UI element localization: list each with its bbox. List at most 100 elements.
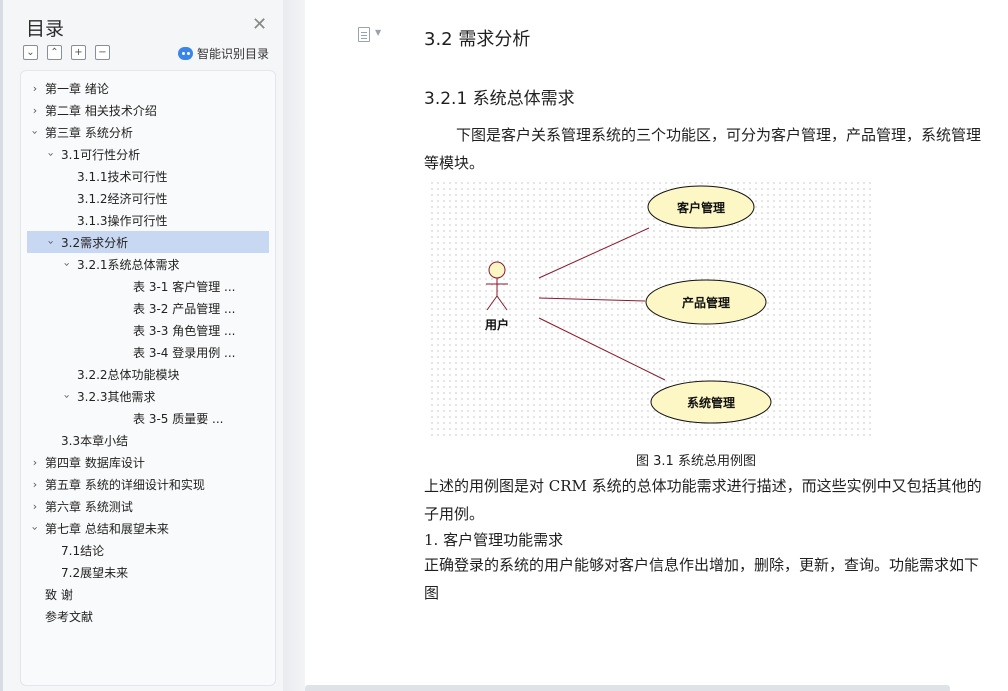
sidebar-divider[interactable] — [283, 0, 305, 691]
toc-item-label: 致 谢 — [45, 587, 73, 602]
toc-item[interactable]: 表 3-1 客户管理 ... — [109, 275, 236, 297]
toc-item[interactable]: 表 3-5 质量要 ... — [109, 407, 224, 429]
toc-item-label: 3.2.1系统总体需求 — [77, 257, 180, 272]
actor-head — [488, 261, 506, 279]
toc-item[interactable]: 参考文献 — [29, 605, 93, 627]
chevron-right-icon[interactable]: › — [29, 104, 41, 117]
toc-item-label: 表 3-3 角色管理 ... — [133, 323, 236, 338]
toc-item-label: 第六章 系统测试 — [45, 499, 133, 514]
toc-item[interactable]: 3.1.2经济可行性 — [61, 187, 168, 209]
toc-title: 目录 — [26, 18, 65, 40]
chevron-down-icon[interactable]: › — [29, 126, 42, 138]
toc-item-label: 第五章 系统的详细设计和实现 — [45, 477, 205, 492]
wps-writer-window: 目录 ✕ ⌄ ⌃ + − 智能识别目录 › 第一章 绪论 › 第二章 相关技术介绍 › 第… — [0, 0, 1008, 691]
toc-item-label: 第七章 总结和展望未来 — [45, 521, 169, 536]
toc-item-label: 3.1.3操作可行性 — [77, 213, 168, 228]
chevron-down-icon[interactable]: › — [45, 148, 58, 160]
smart-bot-icon — [178, 47, 193, 60]
toc-item-label: 3.2.3其他需求 — [77, 389, 156, 404]
chevron-right-icon[interactable]: › — [29, 456, 41, 469]
use-case-product[interactable]: 产品管理 — [645, 279, 767, 325]
use-case-system[interactable]: 系统管理 — [650, 380, 772, 424]
toc-item[interactable]: › 3.2.3其他需求 — [61, 385, 156, 407]
horizontal-scrollbar[interactable] — [305, 685, 950, 691]
toc-item[interactable]: › 3.1可行性分析 — [45, 143, 141, 165]
toc-item[interactable]: 致 谢 — [29, 583, 73, 605]
toc-item-label: 3.1.1技术可行性 — [77, 169, 168, 184]
toc-item-label: 表 3-5 质量要 ... — [133, 411, 224, 426]
chevron-right-icon[interactable]: › — [29, 478, 41, 491]
toc-item[interactable]: › 第二章 相关技术介绍 — [29, 99, 157, 121]
toc-item-label: 第三章 系统分析 — [45, 125, 133, 140]
toc-item-label: 3.1.2经济可行性 — [77, 191, 168, 206]
toc-item-label: 第四章 数据库设计 — [45, 455, 145, 470]
chevron-down-icon[interactable]: ▼ — [375, 28, 381, 37]
toc-item-label: 3.3本章小结 — [61, 433, 129, 448]
toc-item-label: 表 3-1 客户管理 ... — [133, 279, 236, 294]
actor-label: 用户 — [484, 317, 509, 332]
toc-item[interactable]: 7.1结论 — [45, 539, 104, 561]
toc-item[interactable]: › 3.2需求分析 — [27, 231, 269, 253]
use-case-diagram[interactable]: 用户 客户管理 产品管理 系统管理 — [429, 180, 875, 440]
toc-item-label: 表 3-2 产品管理 ... — [133, 301, 236, 316]
toc-item[interactable]: 3.2.2总体功能模块 — [61, 363, 180, 385]
toc-tree: › 第一章 绪论 › 第二章 相关技术介绍 › 第三章 系统分析 › 3.1可行性分析 3.1.… — [20, 70, 276, 686]
toc-item[interactable]: 表 3-3 角色管理 ... — [109, 319, 236, 341]
toc-item[interactable]: 3.1.1技术可行性 — [61, 165, 168, 187]
toc-item[interactable]: 3.1.3操作可行性 — [61, 209, 168, 231]
list-item-1: 1. 客户管理功能需求 — [424, 531, 564, 549]
document-page[interactable]: ▼ 3.2 需求分析 3.2.1 系统总体需求 下图是客户关系管理系统的三个功能… — [305, 0, 1008, 691]
toc-item[interactable]: › 第一章 绪论 — [29, 77, 109, 99]
chevron-right-icon[interactable]: › — [29, 82, 41, 95]
chevron-down-icon[interactable]: › — [61, 258, 74, 270]
association-line — [538, 297, 646, 302]
association-line — [538, 227, 650, 279]
collapse-all-icon[interactable]: ⌄ — [23, 45, 38, 60]
chevron-down-icon[interactable]: › — [29, 522, 42, 534]
remove-icon[interactable]: − — [95, 45, 110, 60]
paragraph-intro: 下图是客户关系管理系统的三个功能区，可分为客户管理，产品管理，系统管理等模块。 — [424, 126, 982, 172]
chevron-right-icon[interactable]: › — [29, 500, 41, 513]
toc-item-label: 7.2展望未来 — [61, 565, 129, 580]
use-case-label: 系统管理 — [687, 395, 735, 410]
use-case-label: 客户管理 — [676, 200, 725, 215]
paragraph-after-figure: 上述的用例图是对 CRM 系统的总体功能需求进行描述，而这些实例中又包括其他的子… — [424, 477, 982, 523]
actor-leg — [486, 295, 498, 311]
toc-item-label: 3.2需求分析 — [61, 235, 129, 250]
toc-item-label: 表 3-4 登录用例 ... — [133, 345, 236, 360]
smart-toc-button[interactable]: 智能识别目录 — [178, 45, 269, 62]
actor-user: 用户 — [484, 261, 509, 332]
toc-item[interactable]: › 第六章 系统测试 — [29, 495, 133, 517]
toc-item[interactable]: 表 3-2 产品管理 ... — [109, 297, 236, 319]
toc-item[interactable]: › 第四章 数据库设计 — [29, 451, 145, 473]
heading-3-2-1: 3.2.1 系统总体需求 — [424, 89, 575, 109]
toc-item[interactable]: 表 3-4 登录用例 ... — [109, 341, 236, 363]
actor-leg — [496, 295, 508, 311]
toc-item-label: 第一章 绪论 — [45, 81, 109, 96]
toc-item[interactable]: 7.2展望未来 — [45, 561, 128, 583]
use-case-svg: 用户 客户管理 产品管理 系统管理 — [484, 185, 772, 424]
close-icon[interactable]: ✕ — [252, 14, 267, 35]
toc-item[interactable]: › 3.2.1系统总体需求 — [61, 253, 180, 275]
toc-item[interactable]: › 第五章 系统的详细设计和实现 — [29, 473, 205, 495]
add-icon[interactable]: + — [71, 45, 86, 60]
use-case-customer[interactable]: 客户管理 — [647, 185, 755, 229]
expand-all-icon[interactable]: ⌃ — [47, 45, 62, 60]
toc-item-label: 第二章 相关技术介绍 — [45, 103, 157, 118]
toc-item[interactable]: › 第三章 系统分析 — [29, 121, 133, 143]
smart-toc-label: 智能识别目录 — [197, 47, 270, 61]
figure-caption: 图 3.1 系统总用例图 — [636, 454, 756, 469]
toc-item[interactable]: › 第七章 总结和展望未来 — [29, 517, 169, 539]
use-case-label: 产品管理 — [682, 295, 730, 310]
toc-item[interactable]: 3.3本章小结 — [45, 429, 128, 451]
paragraph-customer-req: 正确登录的系统的用户能够对客户信息作出增加，删除，更新，查询。功能需求如下图 — [424, 556, 980, 602]
chevron-down-icon[interactable]: › — [45, 236, 58, 248]
toc-item-label: 3.2.2总体功能模块 — [77, 367, 180, 382]
toc-sidebar: 目录 ✕ ⌄ ⌃ + − 智能识别目录 › 第一章 绪论 › 第二章 相关技术介绍 › 第… — [3, 0, 283, 691]
toc-item-label: 3.1可行性分析 — [61, 147, 141, 162]
heading-3-2: 3.2 需求分析 — [424, 29, 531, 50]
chevron-down-icon[interactable]: › — [61, 390, 74, 402]
toc-toolbar: ⌄ ⌃ + − — [23, 45, 110, 60]
toc-item-label: 参考文献 — [45, 609, 94, 624]
paragraph-style-icon[interactable] — [358, 27, 370, 42]
